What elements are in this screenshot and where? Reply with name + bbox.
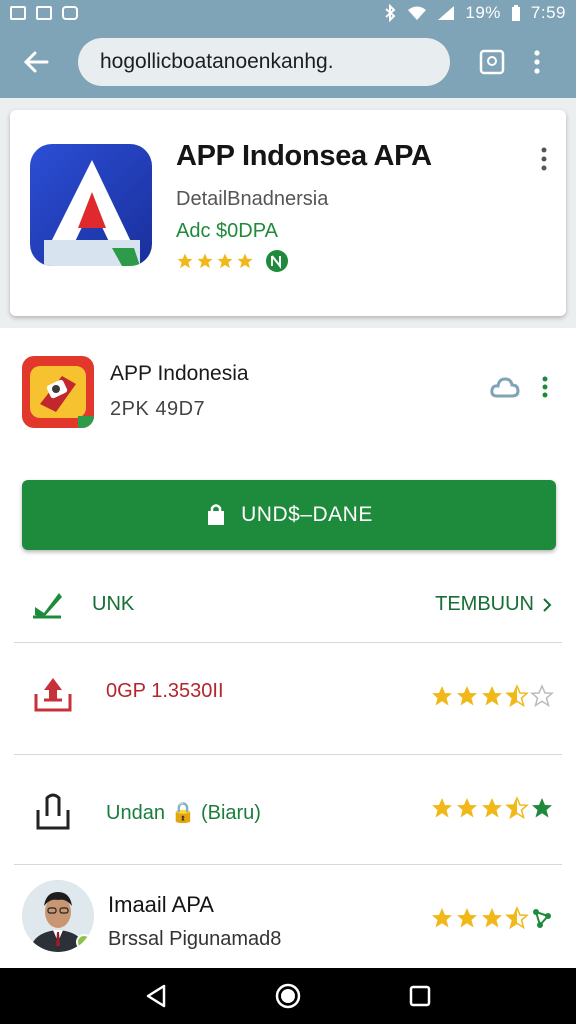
star-icon xyxy=(217,253,233,269)
download-check-icon xyxy=(33,593,62,619)
star-icon xyxy=(237,253,253,269)
divider xyxy=(14,754,562,755)
signal-icon xyxy=(438,6,455,20)
more-vert-icon xyxy=(541,147,547,171)
system-nav-bar xyxy=(0,968,576,1024)
rating-stars xyxy=(430,796,554,820)
battery-percent: 19% xyxy=(465,3,501,22)
status-bar: 19% 7:59 xyxy=(0,0,576,26)
app-meta: 2PK 49D7 xyxy=(110,398,206,420)
message-icon xyxy=(62,6,78,20)
info-row-share[interactable]: Undan 🔒 (Biaru) xyxy=(0,756,576,866)
screen: 19% 7:59 hogollicboatanoenkanhg. APP Ind… xyxy=(0,0,576,1024)
star-half-icon xyxy=(505,906,529,930)
featured-subtitle: DetailBnadnersia xyxy=(176,188,329,210)
star-icon xyxy=(457,686,477,706)
divider xyxy=(14,864,562,865)
browser-menu-button[interactable] xyxy=(522,38,552,86)
star-icon xyxy=(432,798,452,818)
more-vert-icon xyxy=(542,376,548,398)
featured-title: APP Indonsea APA xyxy=(176,140,432,172)
url-field[interactable]: hogollicboatanoenkanhg. xyxy=(78,38,450,86)
info-text-downloads: 0GP 1.3530II xyxy=(106,680,224,702)
star-icon xyxy=(457,908,477,928)
person-row[interactable]: Imaail APA Brssal Pigunamad8 xyxy=(0,866,576,968)
image-icon xyxy=(36,6,52,20)
share-icon xyxy=(36,793,70,830)
star-icon xyxy=(432,686,452,706)
star-icon xyxy=(197,253,213,269)
info-text-share: Undan 🔒 (Biaru) xyxy=(106,802,261,824)
cloud-icon[interactable] xyxy=(490,374,520,402)
verified-badge-icon xyxy=(266,250,288,272)
circle-home-icon xyxy=(275,983,301,1009)
star-icon xyxy=(432,908,452,928)
link-label: UNK xyxy=(92,593,135,615)
install-label: UND$–DANE xyxy=(241,503,373,526)
info-row-downloads[interactable]: 0GP 1.3530II xyxy=(0,644,576,754)
rating-stars xyxy=(430,684,554,708)
star-empty-icon xyxy=(530,684,554,708)
featured-card[interactable]: APP Indonsea APA DetailBnadnersia Adc $0… xyxy=(10,110,566,316)
star-half-icon xyxy=(505,684,529,708)
back-button[interactable] xyxy=(12,38,60,86)
app-name: APP Indonesia xyxy=(110,362,249,385)
featured-price: Adc $0DPA xyxy=(176,220,278,242)
tab-switch-icon xyxy=(479,49,505,75)
app-header: APP Indonesia 2PK 49D7 xyxy=(0,328,576,458)
app-detail: APP Indonesia 2PK 49D7 UND$–DANE UNK TEM… xyxy=(0,328,576,968)
nav-home-button[interactable] xyxy=(268,976,308,1016)
browser-toolbar: hogollicboatanoenkanhg. xyxy=(0,26,576,98)
more-vert-icon xyxy=(534,50,540,74)
star-icon xyxy=(482,908,502,928)
url-text: hogollicboatanoenkanhg. xyxy=(100,50,334,73)
person-name: Imaail APA xyxy=(108,892,214,917)
square-recents-icon xyxy=(409,985,431,1007)
status-left xyxy=(10,6,78,20)
featured-app-logo xyxy=(30,144,152,266)
star-icon xyxy=(177,253,193,269)
star-half-icon xyxy=(505,796,529,820)
featured-section: APP Indonsea APA DetailBnadnersia Adc $0… xyxy=(0,98,576,328)
install-button[interactable]: UND$–DANE xyxy=(22,480,556,550)
avatar xyxy=(22,880,94,952)
wifi-icon xyxy=(408,6,427,20)
chevron-right-icon xyxy=(543,597,552,612)
divider xyxy=(14,642,562,643)
download-tray-icon xyxy=(34,678,72,712)
link-action[interactable]: TEMBUUN xyxy=(435,593,552,616)
bluetooth-icon xyxy=(385,4,396,22)
app-menu-button[interactable] xyxy=(536,372,554,402)
star-green-icon xyxy=(532,798,552,818)
nav-recents-button[interactable] xyxy=(400,976,440,1016)
featured-rating xyxy=(176,248,290,274)
person-subtitle: Brssal Pigunamad8 xyxy=(108,928,282,950)
network-icon xyxy=(533,909,551,928)
featured-menu-button[interactable] xyxy=(534,142,554,176)
shopping-bag-icon xyxy=(208,504,225,525)
link-row[interactable]: UNK TEMBUUN xyxy=(0,573,576,641)
rating-stars xyxy=(430,906,554,930)
tab-switch-button[interactable] xyxy=(472,38,512,86)
star-icon xyxy=(457,798,477,818)
app-icon xyxy=(22,356,94,428)
status-right: 19% 7:59 xyxy=(383,3,566,23)
photo-icon xyxy=(10,6,26,20)
triangle-back-icon xyxy=(146,984,166,1008)
star-icon xyxy=(482,686,502,706)
battery-icon xyxy=(511,4,520,21)
nav-back-button[interactable] xyxy=(136,976,176,1016)
link-action-label: TEMBUUN xyxy=(435,593,534,615)
arrow-left-icon xyxy=(23,51,49,73)
clock: 7:59 xyxy=(530,3,566,22)
star-icon xyxy=(482,798,502,818)
